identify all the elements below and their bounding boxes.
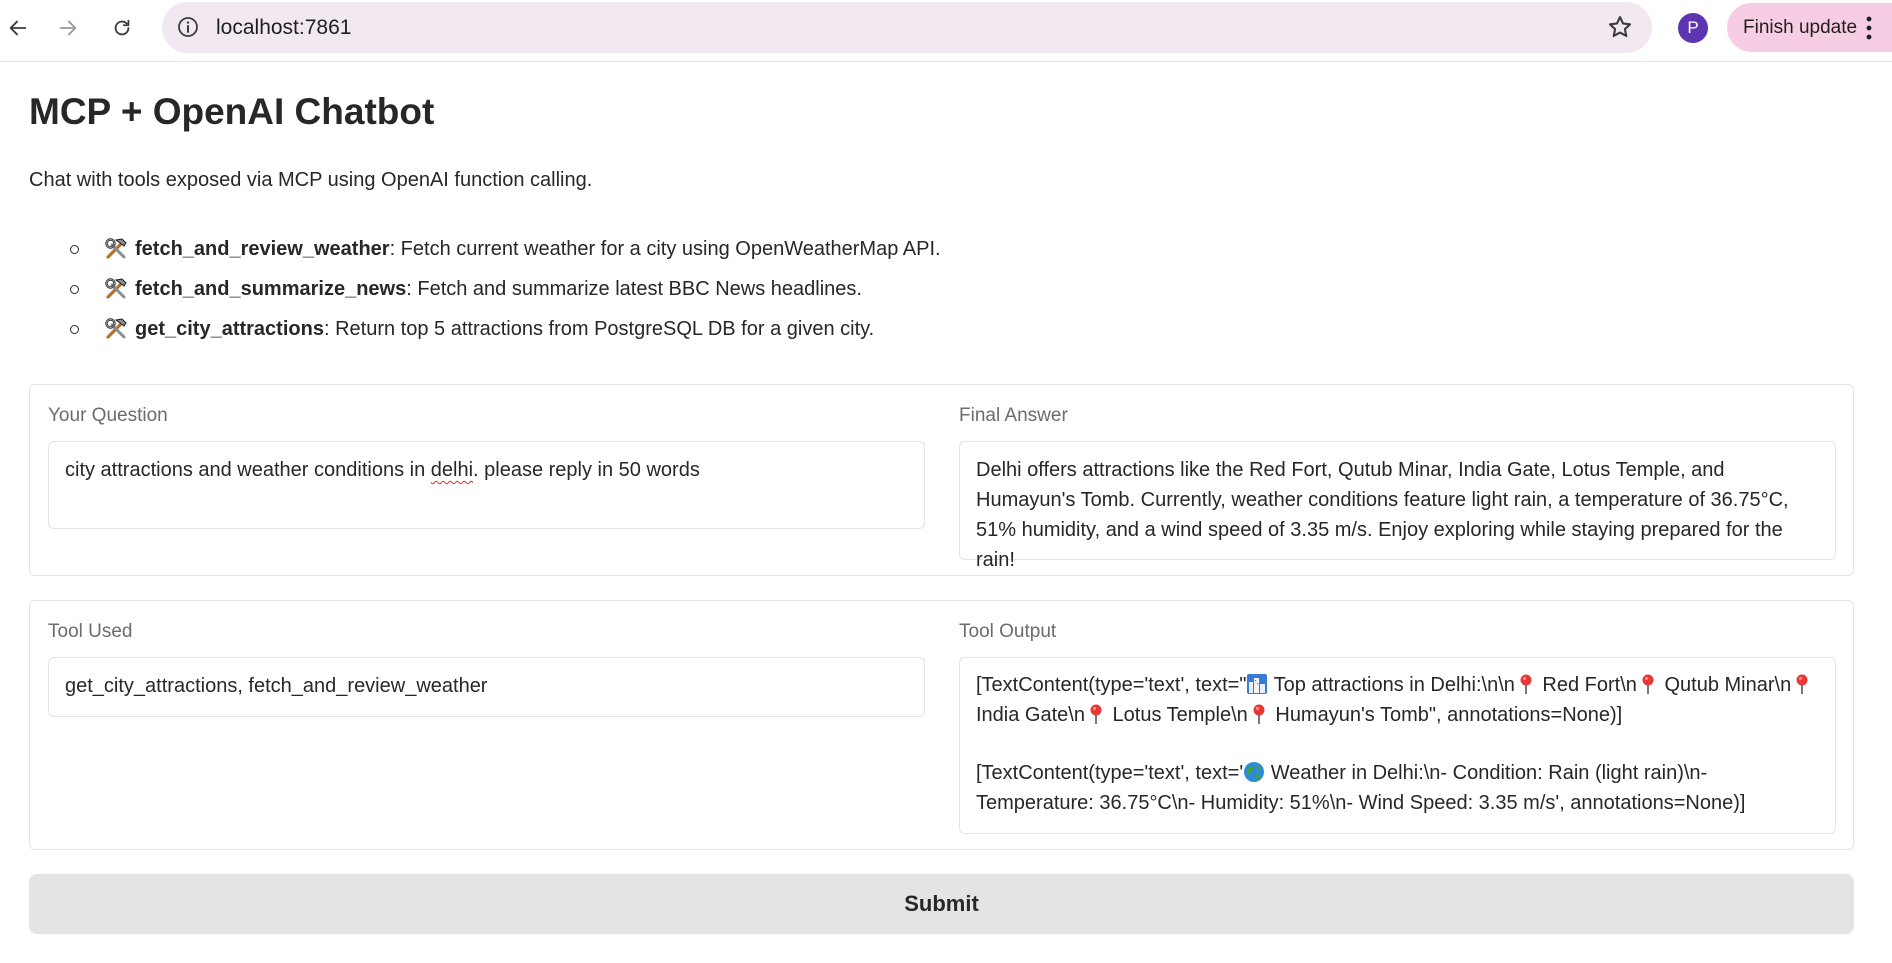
round-pushpin-icon bbox=[1253, 704, 1265, 724]
tool-description: : Fetch current weather for a city using… bbox=[389, 238, 941, 260]
answer-label: Final Answer bbox=[959, 405, 1068, 426]
finish-update-button[interactable]: Finish update bbox=[1727, 3, 1892, 52]
list-item: fetch_and_review_weather: Fetch current … bbox=[70, 236, 941, 276]
tool-name: fetch_and_review_weather bbox=[135, 238, 390, 260]
tool-description: : Fetch and summarize latest BBC News he… bbox=[406, 278, 862, 300]
submit-button[interactable]: Submit bbox=[29, 874, 1854, 934]
tool-used-label: Tool Used bbox=[48, 621, 133, 642]
tool-name: fetch_and_summarize_news bbox=[135, 278, 407, 300]
profile-avatar[interactable]: P bbox=[1678, 13, 1708, 43]
spellcheck-word: delhi bbox=[430, 459, 474, 481]
globe-icon bbox=[1244, 762, 1265, 782]
address-bar[interactable]: localhost:7861 bbox=[162, 2, 1652, 53]
forward-button[interactable] bbox=[50, 10, 86, 46]
hammer-and-wrench-icon bbox=[105, 318, 127, 339]
question-label: Your Question bbox=[48, 405, 168, 426]
tool-name: get_city_attractions bbox=[135, 318, 324, 340]
tool-output-label: Tool Output bbox=[959, 621, 1057, 642]
answer-output[interactable]: Delhi offers attractions like the Red Fo… bbox=[959, 441, 1836, 571]
tool-description: : Return top 5 attractions from PostgreS… bbox=[323, 318, 875, 340]
bullet-icon bbox=[70, 325, 79, 334]
tool-output-weather: [TextContent(type='text', text=' Weather… bbox=[976, 762, 1746, 814]
round-pushpin-icon bbox=[1520, 674, 1532, 694]
list-item: fetch_and_summarize_news: Fetch and summ… bbox=[70, 276, 941, 316]
hammer-and-wrench-icon bbox=[105, 278, 127, 299]
reload-button[interactable] bbox=[104, 10, 140, 46]
tool-list: fetch_and_review_weather: Fetch current … bbox=[70, 236, 941, 356]
bullet-icon bbox=[70, 285, 79, 294]
question-input[interactable]: city attractions and weather conditions … bbox=[48, 441, 925, 529]
more-menu-icon[interactable] bbox=[1865, 15, 1873, 41]
page-description: Chat with tools exposed via MCP using Op… bbox=[29, 169, 593, 191]
tool-panel: Tool Used get_city_attractions, fetch_an… bbox=[29, 600, 1854, 850]
tool-used-output[interactable]: get_city_attractions, fetch_and_review_w… bbox=[48, 657, 925, 717]
tool-output-box[interactable]: [TextContent(type='text', text=" Top att… bbox=[959, 657, 1836, 834]
round-pushpin-icon bbox=[1796, 674, 1808, 694]
arrow-left-icon bbox=[9, 20, 27, 36]
reload-icon bbox=[114, 19, 130, 36]
bookmark-star-icon[interactable] bbox=[1606, 13, 1634, 41]
cityscape-icon bbox=[1247, 674, 1268, 694]
round-pushpin-icon bbox=[1642, 674, 1654, 694]
finish-update-label: Finish update bbox=[1743, 17, 1858, 38]
qa-panel: Your Question city attractions and weath… bbox=[29, 384, 1854, 576]
avatar-letter: P bbox=[1687, 18, 1699, 37]
site-info-icon[interactable] bbox=[176, 15, 200, 39]
arrow-right-icon bbox=[59, 20, 77, 36]
browser-toolbar: localhost:7861 P Finish update bbox=[0, 0, 1892, 62]
round-pushpin-icon bbox=[1090, 704, 1102, 724]
hammer-and-wrench-icon bbox=[105, 238, 127, 259]
bullet-icon bbox=[70, 245, 79, 254]
tool-output-attractions: [TextContent(type='text', text=" Top att… bbox=[976, 670, 1819, 730]
url-text[interactable]: localhost:7861 bbox=[216, 16, 351, 40]
list-item: get_city_attractions: Return top 5 attra… bbox=[70, 316, 941, 356]
page-title: MCP + OpenAI Chatbot bbox=[29, 91, 435, 132]
back-button[interactable] bbox=[0, 10, 36, 46]
